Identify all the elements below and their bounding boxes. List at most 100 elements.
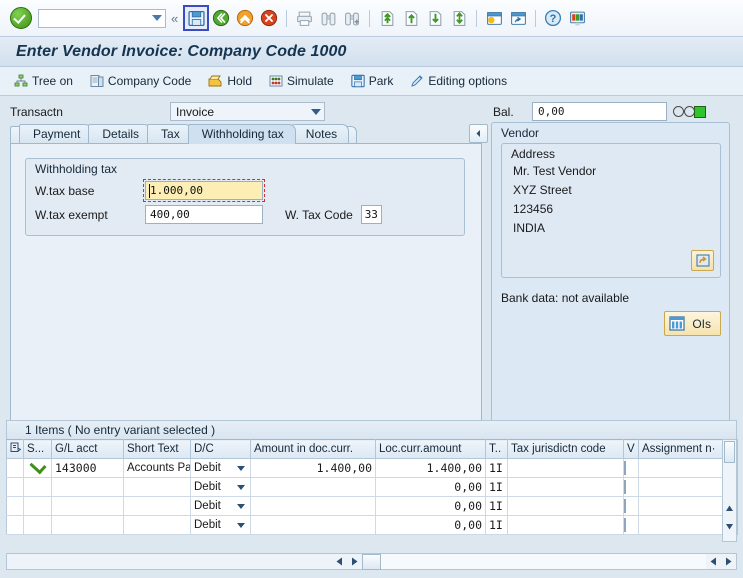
scroll-down-button[interactable]: [723, 520, 736, 533]
row-handle[interactable]: [6, 458, 24, 478]
items-horizontal-scrollbar[interactable]: [6, 553, 737, 570]
cell-tax-jurisdictn-code[interactable]: [507, 477, 624, 497]
cell-amount-doc-curr[interactable]: [250, 515, 376, 535]
table-row[interactable]: Debit 0,00 1I: [6, 477, 738, 497]
tab-details[interactable]: Details: [88, 124, 152, 144]
row-handle[interactable]: [6, 477, 24, 497]
col-amount-doc-curr[interactable]: Amount in doc.curr.: [250, 439, 376, 459]
company-code-button[interactable]: Company Code: [90, 74, 191, 88]
command-field[interactable]: [38, 8, 166, 28]
cell-dc[interactable]: Debit: [190, 515, 251, 535]
row-status-cell[interactable]: [23, 515, 52, 535]
row-handle[interactable]: [6, 515, 24, 535]
cell-dc[interactable]: Debit: [190, 496, 251, 516]
cell-assignment[interactable]: [638, 515, 723, 535]
hold-button[interactable]: Hold: [208, 74, 252, 88]
col-row-select[interactable]: [6, 439, 24, 459]
cell-short-text[interactable]: Accounts Pa..: [123, 458, 191, 478]
row-handle[interactable]: [6, 496, 24, 516]
chevron-down-icon[interactable]: [152, 15, 162, 21]
col-gl-acct[interactable]: G/L acct: [51, 439, 124, 459]
table-row[interactable]: Debit 0,00 1I: [6, 515, 738, 535]
row-status-cell[interactable]: [23, 477, 52, 497]
hscroll-left-button[interactable]: [332, 554, 347, 569]
scroll-up-button[interactable]: [723, 502, 736, 515]
cell-tax-code[interactable]: 1I: [485, 515, 508, 535]
open-items-button[interactable]: OIs: [664, 311, 721, 336]
next-page-button[interactable]: [423, 6, 447, 30]
cell-v[interactable]: [623, 515, 639, 535]
editing-options-button[interactable]: Editing options: [410, 74, 507, 88]
col-assignment-number[interactable]: Assignment n·: [638, 439, 723, 459]
status-ok-icon[interactable]: [10, 7, 32, 29]
previous-page-button[interactable]: [399, 6, 423, 30]
cell-amount-doc-curr[interactable]: [250, 496, 376, 516]
v-checkbox[interactable]: [624, 518, 626, 532]
cell-tax-code[interactable]: 1I: [485, 458, 508, 478]
wtax-base-input[interactable]: 1.000,00: [143, 179, 265, 202]
cell-assignment[interactable]: [638, 477, 723, 497]
v-checkbox[interactable]: [624, 461, 626, 475]
find-next-button[interactable]: [340, 6, 364, 30]
v-checkbox[interactable]: [624, 480, 626, 494]
cell-loc-curr-amount[interactable]: 0,00: [375, 477, 486, 497]
cell-tax-jurisdictn-code[interactable]: [507, 515, 624, 535]
row-status-cell[interactable]: [23, 458, 52, 478]
cell-tax-code[interactable]: 1I: [485, 496, 508, 516]
col-dc[interactable]: D/C: [190, 439, 251, 459]
transaction-select[interactable]: Invoice: [170, 102, 325, 121]
tab-withholding-tax[interactable]: Withholding tax: [187, 124, 296, 144]
hscroll-thumb[interactable]: [362, 553, 381, 570]
park-button[interactable]: Park: [351, 74, 393, 88]
table-row[interactable]: Debit 0,00 1I: [6, 496, 738, 516]
cell-tax-jurisdictn-code[interactable]: [507, 496, 624, 516]
simulate-button[interactable]: Simulate: [269, 74, 334, 88]
hscroll-track[interactable]: [381, 554, 706, 569]
customize-layout-button[interactable]: [565, 6, 589, 30]
tree-on-button[interactable]: Tree on: [14, 74, 73, 88]
create-session-button[interactable]: [482, 6, 506, 30]
cell-v[interactable]: [623, 496, 639, 516]
tab-payment[interactable]: Payment: [19, 124, 93, 144]
tab-tax[interactable]: Tax: [147, 124, 192, 144]
items-vertical-scrollbar[interactable]: [722, 439, 737, 542]
create-shortcut-button[interactable]: [506, 6, 530, 30]
table-row[interactable]: 143000 Accounts Pa.. Debit 1.400,00 1.40…: [6, 458, 738, 478]
first-page-button[interactable]: [375, 6, 399, 30]
cell-gl-acct[interactable]: [51, 496, 124, 516]
cell-gl-acct[interactable]: [51, 477, 124, 497]
col-tax-jurisdictn-code[interactable]: Tax jurisdictn code: [507, 439, 624, 459]
cell-gl-acct[interactable]: 143000: [51, 458, 124, 478]
save-button[interactable]: [183, 5, 210, 31]
row-status-cell[interactable]: [23, 496, 52, 516]
col-tax-code[interactable]: T..: [485, 439, 508, 459]
cell-dc[interactable]: Debit: [190, 477, 251, 497]
cell-short-text[interactable]: [123, 496, 191, 516]
address-details-button[interactable]: [691, 250, 714, 271]
tab-prev-button[interactable]: [469, 124, 488, 143]
cell-loc-curr-amount[interactable]: 1.400,00: [375, 458, 486, 478]
hscroll-page-left-button[interactable]: [706, 554, 721, 569]
cell-gl-acct[interactable]: [51, 515, 124, 535]
find-button[interactable]: [316, 6, 340, 30]
cancel-button[interactable]: [257, 6, 281, 30]
print-button[interactable]: [292, 6, 316, 30]
exit-button[interactable]: [233, 6, 257, 30]
last-page-button[interactable]: [447, 6, 471, 30]
toolbar-collapse-icon[interactable]: «: [171, 11, 178, 26]
cell-tax-code[interactable]: 1I: [485, 477, 508, 497]
cell-v[interactable]: [623, 458, 639, 478]
cell-amount-doc-curr[interactable]: 1.400,00: [250, 458, 376, 478]
scrollbar-thumb[interactable]: [724, 441, 735, 463]
cell-amount-doc-curr[interactable]: [250, 477, 376, 497]
help-button[interactable]: ?: [541, 6, 565, 30]
wtax-exempt-input[interactable]: 400,00: [145, 205, 263, 224]
hscroll-right-button[interactable]: [347, 554, 362, 569]
cell-loc-curr-amount[interactable]: 0,00: [375, 496, 486, 516]
tab-notes[interactable]: Notes: [291, 124, 350, 144]
hscroll-page-right-button[interactable]: [721, 554, 736, 569]
cell-short-text[interactable]: [123, 477, 191, 497]
cell-tax-jurisdictn-code[interactable]: [507, 458, 624, 478]
col-loc-curr-amount[interactable]: Loc.curr.amount: [375, 439, 486, 459]
cell-v[interactable]: [623, 477, 639, 497]
